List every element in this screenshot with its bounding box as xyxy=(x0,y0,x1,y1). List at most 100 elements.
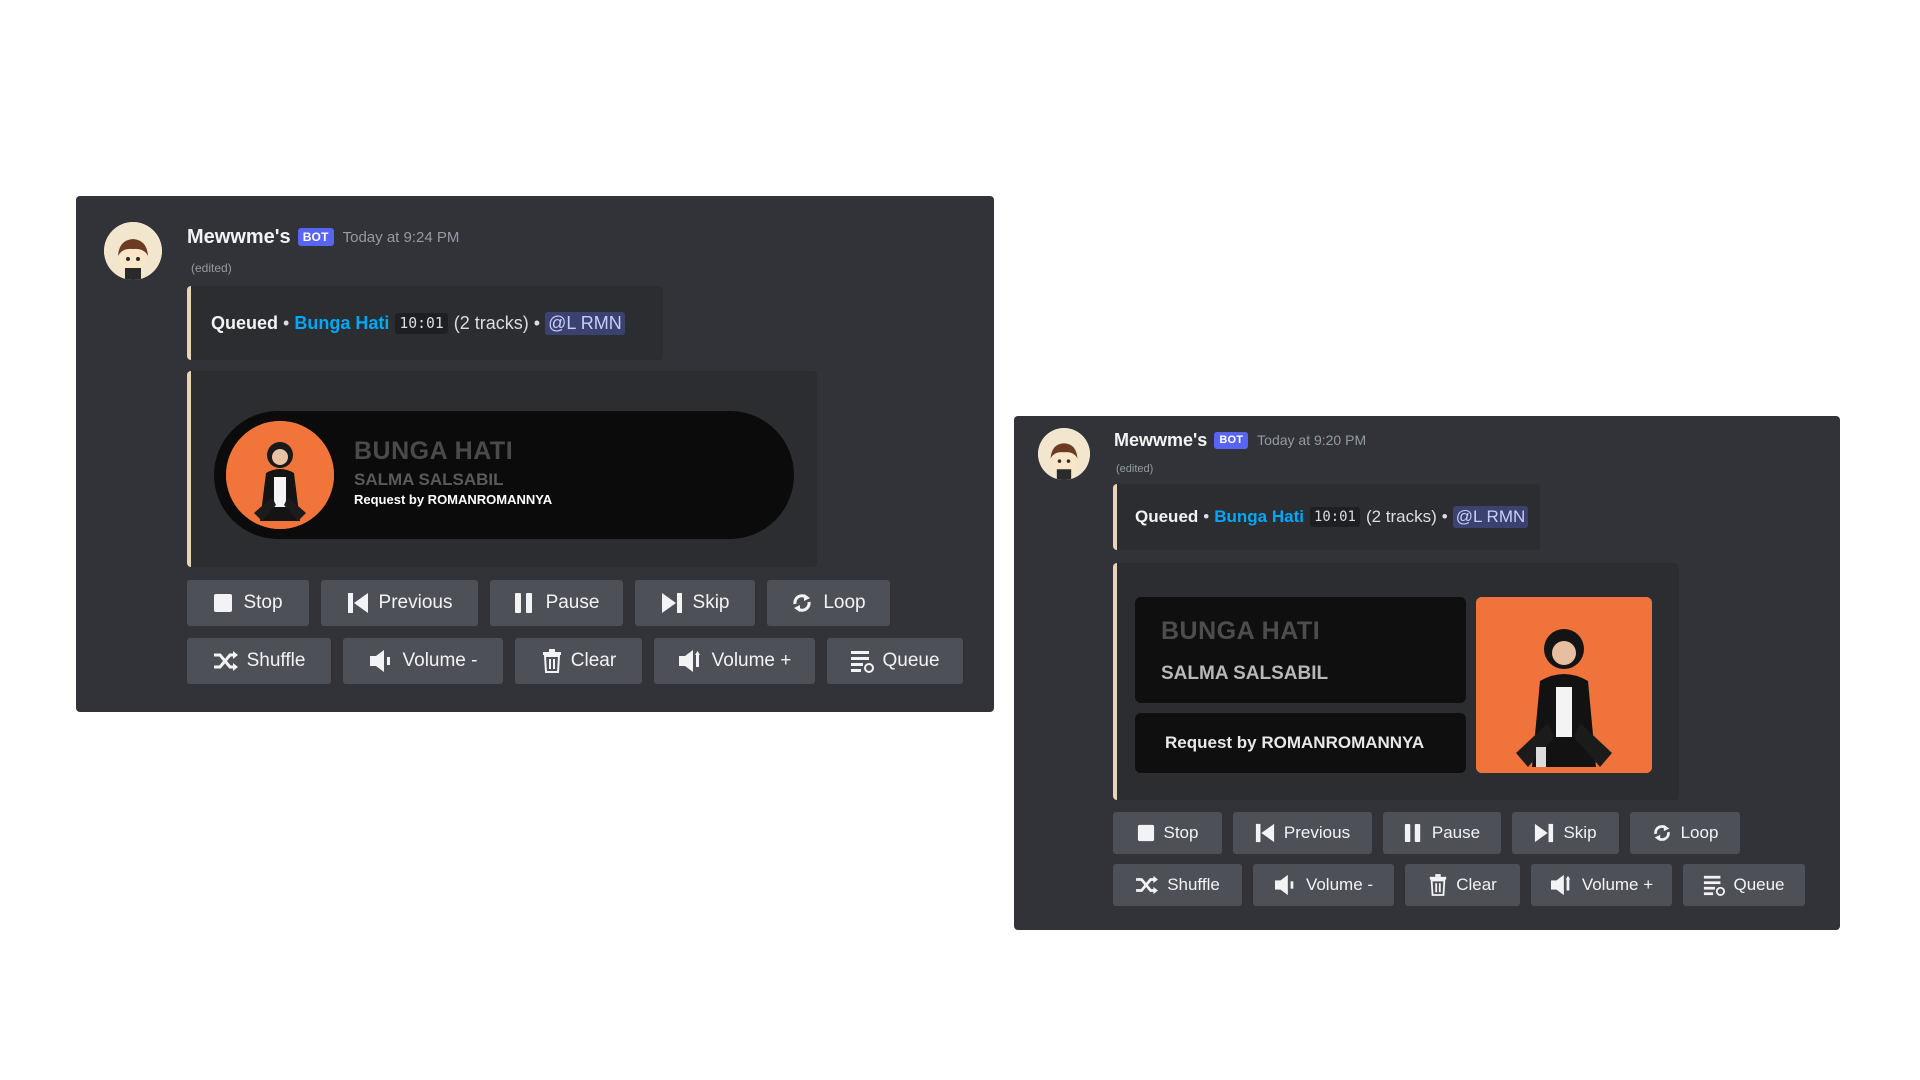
volume-down-label: Volume - xyxy=(402,650,478,671)
volume-up-button[interactable]: Volume + xyxy=(654,638,815,684)
card-artist: SALMA SALSABIL xyxy=(354,470,504,489)
card-requester: Request by ROMANROMANNYA xyxy=(1165,733,1425,752)
volume-up-label: Volume + xyxy=(711,650,792,671)
queued-label: Queued xyxy=(211,312,279,333)
pause-icon xyxy=(1404,823,1422,843)
message-header: Mewwme's BOT Today at 9:20 PM xyxy=(1114,426,1366,454)
track-link[interactable]: Bunga Hati xyxy=(294,313,389,334)
duration-code: 10:01 xyxy=(395,312,448,334)
queue-icon xyxy=(850,649,875,673)
track-link[interactable]: Bunga Hati xyxy=(1214,507,1304,527)
shuffle-icon xyxy=(213,650,239,672)
volume-down-icon xyxy=(1274,874,1298,896)
queue-label: Queue xyxy=(1733,875,1785,894)
message-header: Mewwme's BOT Today at 9:24 PM xyxy=(187,222,459,252)
bot-name[interactable]: Mewwme's xyxy=(187,226,291,249)
skip-button[interactable]: Skip xyxy=(635,580,755,626)
previous-icon xyxy=(1255,823,1275,843)
stop-icon xyxy=(1137,824,1155,842)
loop-icon xyxy=(1652,823,1672,843)
clear-button[interactable]: Clear xyxy=(515,638,642,684)
volume-up-icon xyxy=(1550,874,1574,896)
timestamp: Today at 9:24 PM xyxy=(342,228,460,246)
bullet: • xyxy=(533,312,541,333)
clear-label: Clear xyxy=(1456,875,1497,894)
album-art xyxy=(226,421,334,529)
previous-icon xyxy=(347,592,369,614)
bot-tag: BOT xyxy=(1214,431,1249,449)
skip-icon xyxy=(1534,823,1554,843)
bot-avatar[interactable] xyxy=(104,222,162,280)
user-mention[interactable]: @L RMN xyxy=(1452,506,1529,528)
shuffle-icon xyxy=(1135,875,1159,895)
pause-button[interactable]: Pause xyxy=(1383,812,1501,854)
queued-embed: Queued • Bunga Hati 10:01 (2 tracks) • @… xyxy=(187,286,663,360)
volume-down-button[interactable]: Volume - xyxy=(1253,864,1394,906)
loop-button[interactable]: Loop xyxy=(1630,812,1740,854)
queue-button[interactable]: Queue xyxy=(1683,864,1805,906)
stop-label: Stop xyxy=(1163,823,1199,842)
volume-down-button[interactable]: Volume - xyxy=(343,638,503,684)
queued-label: Queued xyxy=(1135,507,1199,526)
previous-button[interactable]: Previous xyxy=(321,580,478,626)
tracks-count: (2 tracks) xyxy=(453,312,529,333)
bot-name[interactable]: Mewwme's xyxy=(1114,430,1207,451)
card-artist: SALMA SALSABIL xyxy=(1161,663,1329,684)
shuffle-label: Shuffle xyxy=(246,650,306,671)
queued-embed: Queued • Bunga Hati 10:01 (2 tracks) • @… xyxy=(1113,484,1540,550)
volume-up-icon xyxy=(678,649,704,673)
now-playing-embed: BUNGA HATI SALMA SALSABIL Request by ROM… xyxy=(1113,563,1679,800)
clear-label: Clear xyxy=(570,650,617,671)
trash-icon xyxy=(1428,874,1448,896)
now-playing-title-box[interactable]: BUNGA HATI SALMA SALSABIL xyxy=(1135,597,1466,703)
skip-label: Skip xyxy=(692,592,730,613)
card-title: BUNGA HATI xyxy=(1161,617,1321,645)
edited-label: (edited) xyxy=(1116,463,1154,475)
loop-button[interactable]: Loop xyxy=(767,580,890,626)
pause-label: Pause xyxy=(545,592,600,613)
bot-tag: BOT xyxy=(297,228,334,246)
pause-icon xyxy=(514,592,534,614)
clear-button[interactable]: Clear xyxy=(1405,864,1520,906)
skip-label: Skip xyxy=(1563,823,1597,842)
loop-label: Loop xyxy=(1680,823,1719,842)
queue-label: Queue xyxy=(882,650,940,671)
queue-button[interactable]: Queue xyxy=(827,638,963,684)
user-mention[interactable]: @L RMN xyxy=(545,311,625,335)
bot-avatar[interactable] xyxy=(1038,428,1090,480)
bullet: • xyxy=(1441,507,1448,526)
stop-icon xyxy=(213,593,233,613)
duration-code: 10:01 xyxy=(1309,507,1360,527)
message-panel-1: Mewwme's BOT Today at 9:24 PM (edited) Q… xyxy=(76,196,994,712)
button-row-1: Stop Previous Pause Skip Loop xyxy=(1113,812,1740,854)
card-title: BUNGA HATI xyxy=(354,437,514,465)
now-playing-embed: BUNGA HATI SALMA SALSABIL Request by ROM… xyxy=(187,371,817,567)
loop-label: Loop xyxy=(823,592,866,613)
button-row-2: Shuffle Volume - Clear Volume + Queue xyxy=(1113,864,1805,906)
edited-label: (edited) xyxy=(191,261,232,275)
shuffle-button[interactable]: Shuffle xyxy=(187,638,331,684)
pause-label: Pause xyxy=(1431,823,1481,842)
volume-up-label: Volume + xyxy=(1581,875,1654,894)
timestamp: Today at 9:20 PM xyxy=(1257,432,1367,448)
album-art xyxy=(1476,597,1652,773)
queue-icon xyxy=(1703,874,1726,896)
now-playing-card[interactable]: BUNGA HATI SALMA SALSABIL Request by ROM… xyxy=(214,411,794,539)
previous-button[interactable]: Previous xyxy=(1233,812,1372,854)
loop-icon xyxy=(791,592,813,614)
previous-label: Previous xyxy=(1283,823,1351,842)
shuffle-label: Shuffle xyxy=(1167,875,1220,894)
pause-button[interactable]: Pause xyxy=(490,580,623,626)
volume-down-label: Volume - xyxy=(1305,875,1374,894)
stop-button[interactable]: Stop xyxy=(187,580,309,626)
shuffle-button[interactable]: Shuffle xyxy=(1113,864,1242,906)
button-row-1: Stop Previous Pause Skip Loop xyxy=(187,580,890,626)
volume-up-button[interactable]: Volume + xyxy=(1531,864,1672,906)
stop-button[interactable]: Stop xyxy=(1113,812,1222,854)
stop-label: Stop xyxy=(243,592,283,613)
requester-box: Request by ROMANROMANNYA xyxy=(1135,713,1466,773)
skip-button[interactable]: Skip xyxy=(1512,812,1619,854)
card-requester: Request by ROMANROMANNYA xyxy=(354,492,553,507)
bullet: • xyxy=(1203,507,1210,526)
volume-down-icon xyxy=(369,649,395,673)
